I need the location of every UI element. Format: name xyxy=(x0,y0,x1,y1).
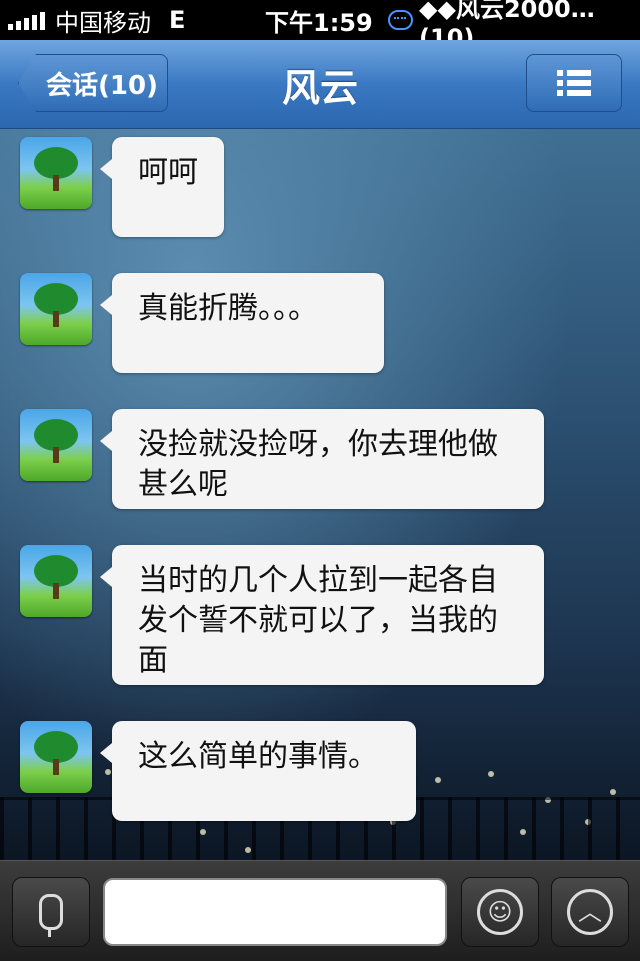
emoji-button[interactable]: ☺ xyxy=(461,877,539,947)
avatar[interactable] xyxy=(20,721,92,793)
network-type: E xyxy=(169,6,186,34)
message-bubble[interactable]: 没捡就没捡呀，你去理他做甚么呢 xyxy=(100,409,544,509)
message-input[interactable] xyxy=(103,878,447,946)
chat-notification-icon xyxy=(388,10,414,30)
message-row: 没捡就没捡呀，你去理他做甚么呢 xyxy=(20,409,544,509)
message-bubble[interactable]: 这么简单的事情。 xyxy=(100,721,416,821)
microphone-icon xyxy=(39,894,63,937)
more-button[interactable]: ︿ xyxy=(551,877,629,947)
message-bubble[interactable]: 呵呵 xyxy=(100,137,224,237)
chevron-up-icon: ︿ xyxy=(567,889,613,935)
back-button[interactable]: 会话(10) xyxy=(18,54,168,112)
menu-button[interactable] xyxy=(526,54,622,112)
signal-strength-icon xyxy=(8,10,45,30)
avatar[interactable] xyxy=(20,409,92,481)
message-row: 这么简单的事情。 xyxy=(20,721,416,821)
message-bubble[interactable]: 当时的几个人拉到一起各自发个誓不就可以了，当我的面 xyxy=(100,545,544,685)
status-bar: 中国移动 E 下午1:59 ◆◆风云2000…(10) xyxy=(0,0,640,52)
carrier-label: 中国移动 xyxy=(55,8,151,37)
message-row: 呵呵 xyxy=(20,137,224,237)
message-bubble[interactable]: 真能折腾。。。 xyxy=(100,273,384,373)
avatar[interactable] xyxy=(20,545,92,617)
smiley-icon: ☺ xyxy=(477,889,523,935)
chat-area[interactable]: 呵呵 真能折腾。。。 没捡就没捡呀，你去理他做甚么呢 当时的几个人拉到一起各自发… xyxy=(0,129,640,860)
navigation-bar: 风云 会话(10) xyxy=(0,40,640,129)
input-toolbar: ☺ ︿ xyxy=(0,860,640,961)
avatar[interactable] xyxy=(20,137,92,209)
message-row: 真能折腾。。。 xyxy=(20,273,384,373)
avatar[interactable] xyxy=(20,273,92,345)
list-icon xyxy=(557,70,591,96)
voice-button[interactable] xyxy=(12,877,90,947)
back-button-label: 会话(10) xyxy=(46,70,158,101)
clock: 下午1:59 xyxy=(265,8,373,37)
message-row: 当时的几个人拉到一起各自发个誓不就可以了，当我的面 xyxy=(20,545,544,685)
